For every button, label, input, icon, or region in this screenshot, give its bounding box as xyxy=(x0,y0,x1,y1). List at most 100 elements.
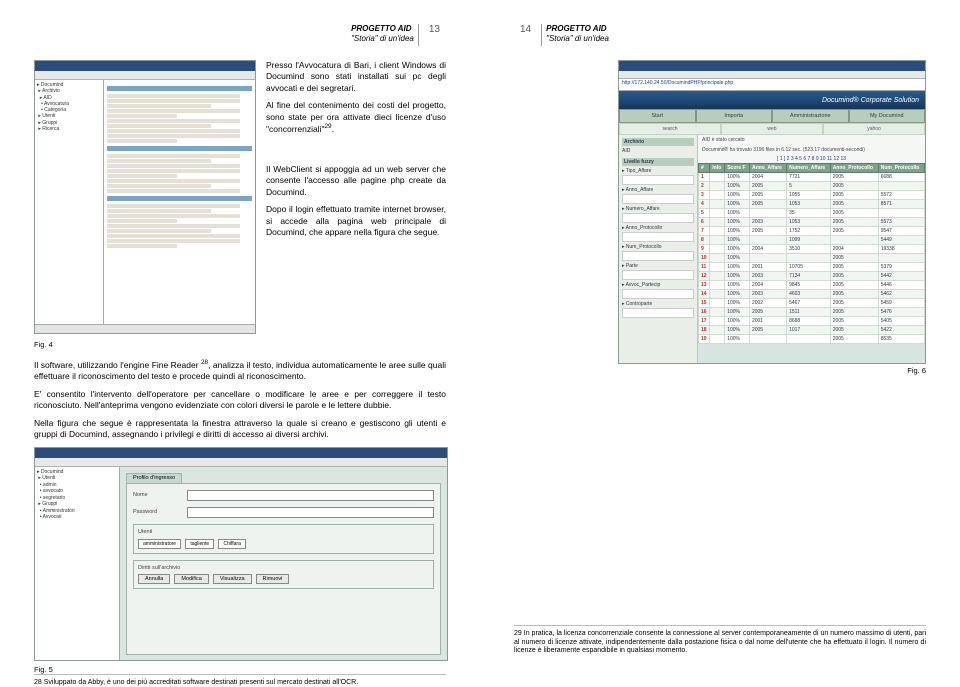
table-row[interactable]: 19100%20058535 xyxy=(699,335,925,344)
chip-user[interactable]: Chiffara xyxy=(218,539,245,549)
table-cell: 2003 xyxy=(749,218,786,227)
header-divider xyxy=(418,24,419,46)
table-cell: 5422 xyxy=(878,326,924,335)
side-field-input[interactable] xyxy=(622,213,694,223)
table-cell: 100% xyxy=(725,227,750,236)
table-cell: 2005 xyxy=(830,173,878,182)
table-cell: 2005 xyxy=(749,191,786,200)
table-row[interactable]: 15100%2002546720055459 xyxy=(699,299,925,308)
col-header[interactable]: Score F xyxy=(725,164,750,173)
table-row[interactable]: 3100%2005105520055572 xyxy=(699,191,925,200)
col-header[interactable]: Num_Protocollo xyxy=(878,164,924,173)
table-cell: 2004 xyxy=(749,281,786,290)
figure-6-caption: Fig. 6 xyxy=(618,366,926,375)
col-header[interactable]: Numero_Affare xyxy=(787,164,831,173)
side-field-input[interactable] xyxy=(622,194,694,204)
table-cell: 100% xyxy=(725,290,750,299)
side-field-input[interactable] xyxy=(622,175,694,185)
table-cell: 2005 xyxy=(830,281,878,290)
table-row[interactable]: 5100%352005 xyxy=(699,209,925,218)
table-row[interactable]: 8100%10995449 xyxy=(699,236,925,245)
table-cell: 100% xyxy=(725,236,750,245)
page-number: 13 xyxy=(423,24,446,37)
table-row[interactable]: 16100%2005151120055476 xyxy=(699,308,925,317)
table-cell: 13 xyxy=(699,281,710,290)
nav-mydoc[interactable]: My Documind xyxy=(849,109,926,123)
table-cell: 18 xyxy=(699,326,710,335)
after-text: Il software, utilizzando l'engine Fine R… xyxy=(34,359,446,447)
side-field-input[interactable] xyxy=(622,289,694,299)
table-row[interactable]: 6100%2003105320055573 xyxy=(699,218,925,227)
nav-admin[interactable]: Amministrazione xyxy=(772,109,849,123)
table-cell: 100% xyxy=(725,281,750,290)
col-header[interactable]: Anno_Protocollo xyxy=(830,164,878,173)
table-row[interactable]: 2100%200552005 xyxy=(699,182,925,191)
table-row[interactable]: 9100%20043510200419338 xyxy=(699,245,925,254)
table-row[interactable]: 17100%2001868820055405 xyxy=(699,317,925,326)
chip-user[interactable]: tagliente xyxy=(185,539,214,549)
table-cell xyxy=(710,326,725,335)
table-cell: 2005 xyxy=(749,200,786,209)
table-row[interactable]: 7100%2005175220059547 xyxy=(699,227,925,236)
col-header[interactable]: Info xyxy=(710,164,725,173)
table-cell: 2003 xyxy=(749,290,786,299)
table-row[interactable]: 14100%2003460320055462 xyxy=(699,290,925,299)
sub-web[interactable]: web xyxy=(721,123,823,135)
table-cell: 1017 xyxy=(787,326,831,335)
table-cell: 100% xyxy=(725,218,750,227)
table-cell: 4603 xyxy=(787,290,831,299)
table-row[interactable]: 13100%2004984520055446 xyxy=(699,281,925,290)
btn-rimuovi[interactable]: Rimuovi xyxy=(256,574,290,584)
table-cell: 100% xyxy=(725,200,750,209)
sub-search[interactable]: search xyxy=(619,123,721,135)
btn-visualizza[interactable]: Visualizza xyxy=(213,574,252,584)
table-cell: 10 xyxy=(699,254,710,263)
table-cell xyxy=(878,254,924,263)
address-bar[interactable]: http://172.140.24.50/DocumindPHP/princip… xyxy=(619,79,925,91)
col-header[interactable]: Anno_Affare xyxy=(749,164,786,173)
table-cell: 2005 xyxy=(830,209,878,218)
table-row[interactable]: 1100%2004772120056688 xyxy=(699,173,925,182)
footnote-right: 29 In pratica, la licenza concorrenziale… xyxy=(514,625,926,656)
table-cell xyxy=(710,263,725,272)
side-field-label: ▸ Avvoc_Partecip xyxy=(622,282,694,288)
label-password: Password xyxy=(133,509,183,515)
nav-importa[interactable]: Importa xyxy=(696,109,773,123)
input-password[interactable] xyxy=(187,507,434,518)
mid-p1: Il WebClient si appoggia ad un web serve… xyxy=(266,164,446,197)
btn-modifica[interactable]: Modifica xyxy=(174,574,208,584)
input-nome[interactable] xyxy=(187,490,434,501)
btn-annulla[interactable]: Annulla xyxy=(138,574,170,584)
table-cell xyxy=(710,182,725,191)
table-row[interactable]: 10100%2005 xyxy=(699,254,925,263)
col-header[interactable]: # xyxy=(699,164,710,173)
page-header-right: 14 PROGETTO AID "Storia" di un'idea xyxy=(514,24,926,46)
side-field-input[interactable] xyxy=(622,270,694,280)
group-utenti: Utenti xyxy=(138,529,429,535)
table-cell: 2005 xyxy=(749,326,786,335)
table-cell: 7 xyxy=(699,227,710,236)
table-cell xyxy=(710,335,725,344)
side-field-label: ▸ Tipo_Affare xyxy=(622,168,694,174)
table-cell: 2004 xyxy=(749,173,786,182)
table-cell: 5462 xyxy=(878,290,924,299)
nav-start[interactable]: Start xyxy=(619,109,696,123)
side-field-label: ▸ Parte xyxy=(622,263,694,269)
table-cell: 2005 xyxy=(830,308,878,317)
side-field-input[interactable] xyxy=(622,251,694,261)
footnote-ref-29: 29 xyxy=(324,123,331,130)
table-row[interactable]: 11100%20011070520055379 xyxy=(699,263,925,272)
chip-user[interactable]: amministratore xyxy=(138,539,181,549)
table-row[interactable]: 4100%2005105320058571 xyxy=(699,200,925,209)
table-cell: 9 xyxy=(699,245,710,254)
table-cell: 1 xyxy=(699,173,710,182)
table-row[interactable]: 12100%2003713420055442 xyxy=(699,272,925,281)
table-cell: 19 xyxy=(699,335,710,344)
side-field-input[interactable] xyxy=(622,308,694,318)
table-row[interactable]: 18100%2005101720055422 xyxy=(699,326,925,335)
table-cell: 1099 xyxy=(787,236,831,245)
side-field-input[interactable] xyxy=(622,232,694,242)
sub-yahoo[interactable]: yahoo xyxy=(823,123,925,135)
table-cell: 7134 xyxy=(787,272,831,281)
grid-pager[interactable]: [ 1 ] 2 3 4 5 6 7 8 9 10 11 12 13 xyxy=(698,155,925,163)
